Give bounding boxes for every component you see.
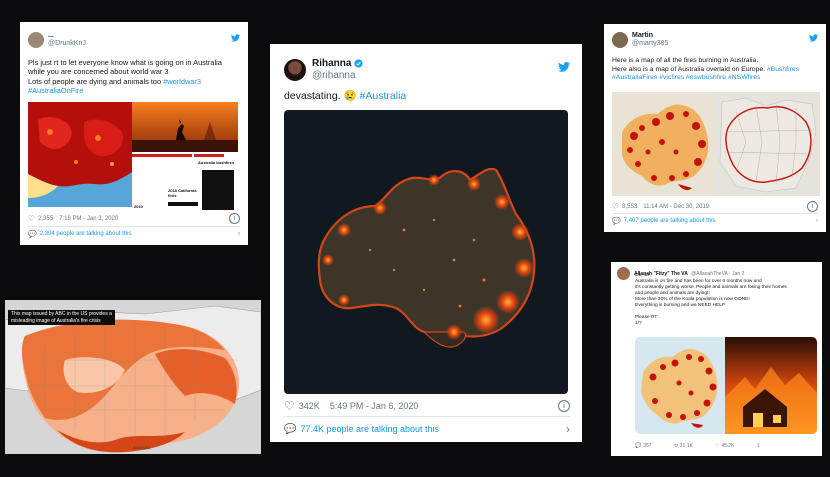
twitter-bird-icon[interactable]: [558, 62, 570, 72]
chevron-right-icon: ›: [238, 231, 240, 237]
timestamp[interactable]: 7:18 PM - Jan 3, 2020: [59, 216, 118, 222]
retweet-count: 31.1K: [679, 443, 693, 449]
avatar[interactable]: [612, 32, 628, 49]
divider: [28, 226, 240, 227]
australia-night-fire-image[interactable]: [284, 110, 568, 394]
avatar[interactable]: [28, 32, 44, 49]
info-icon[interactable]: i: [807, 201, 818, 212]
tweet-text: Here is a map of all the fires burning i…: [612, 57, 822, 83]
tweet-meta: ♡ 8,553 11:14 AM - Dec 30, 2019 i: [612, 201, 818, 212]
heart-icon[interactable]: ♡: [715, 443, 719, 449]
like-count: 8,553: [622, 203, 638, 210]
tweet-card-drunkknj[interactable]: ... @DrunkKnJ Pls just rt to let everyon…: [20, 22, 248, 245]
tweet-text-line: while you are concerned about world war …: [28, 67, 169, 77]
user-name[interactable]: Martin: [632, 32, 668, 40]
kangaroo-fire-photo: [132, 102, 238, 152]
twitter-bird-icon[interactable]: [809, 34, 818, 42]
australia-fire-map-image: [28, 102, 132, 207]
map-caption: This map issued by ABC in the US provide…: [8, 310, 115, 325]
tweet-text: Ok, so Australia is on fire and has been…: [635, 273, 819, 327]
like-count: 342K: [298, 401, 320, 411]
image-label: 2019: [134, 204, 143, 209]
verified-badge-icon: [354, 59, 364, 68]
tweet-text-line: Lots of people are dying and animals too: [28, 76, 162, 86]
tweet-card-fitzy[interactable]: Allanah "Fitzy" The VA @AllanahTheVA · J…: [611, 262, 822, 456]
comment-icon: 💬: [28, 231, 37, 238]
australia-fire-map-image: [635, 337, 725, 434]
divider: [612, 213, 818, 214]
tweet-text-line: Here is a map of all the fires burning i…: [612, 57, 759, 64]
user-handle[interactable]: @DrunkKnJ: [48, 40, 86, 48]
tweet-text: Pls just rt to let everyone know what is…: [28, 58, 242, 96]
heart-icon[interactable]: ♡: [612, 202, 619, 211]
reply-count: 357: [643, 443, 652, 449]
hashtag-link[interactable]: #worldwar3: [163, 77, 201, 86]
map-caption-line: This map issued by ABC in the US provide…: [11, 311, 112, 317]
chevron-right-icon: ›: [566, 422, 570, 436]
twitter-bird-icon[interactable]: [231, 34, 240, 42]
talking-link[interactable]: 💬 77.4K people are talking about this ›: [284, 422, 570, 436]
user-name[interactable]: ...: [48, 32, 86, 40]
like-count: 45.2K: [721, 443, 735, 449]
crying-emoji: 😢: [343, 90, 357, 102]
chevron-right-icon: ›: [816, 218, 818, 224]
user-handle[interactable]: @marty385: [632, 40, 668, 48]
hashtag-link[interactable]: #Bushfires: [767, 66, 799, 73]
timestamp[interactable]: 11:14 AM - Dec 30, 2019: [643, 204, 709, 210]
tweet-header: ... @DrunkKnJ: [28, 32, 240, 49]
tweet-header: Martin @marty385: [612, 32, 818, 49]
retweet-icon[interactable]: ⟲: [674, 443, 678, 449]
hashtag-link[interactable]: #Australia: [360, 90, 407, 102]
australia-fire-map-image[interactable]: [612, 92, 716, 196]
hashtag-link[interactable]: #AustraliaFires #vicfires #nswbushfire #…: [612, 74, 760, 81]
tweet-media[interactable]: [635, 337, 817, 434]
reply-icon[interactable]: 💬: [635, 443, 641, 449]
tweet-meta: ♡ 342K 5:49 PM - Jan 6, 2020 i: [284, 399, 570, 413]
australia-over-europe-map[interactable]: [716, 92, 820, 196]
map-credit: ASX/FLAG: [133, 446, 151, 450]
talking-count: 2,304 people are talking about this: [39, 231, 132, 237]
tweet-card-rihanna[interactable]: Rihanna @rihanna devastating. 😢 #Austral…: [270, 44, 582, 442]
tweet-text-line: Here also is a map of Australia overlaid…: [612, 65, 766, 73]
tweet-card-martin[interactable]: Martin @marty385 Here is a map of all th…: [604, 24, 826, 232]
tweet-media[interactable]: Australia bushfires 2018 California fire…: [28, 102, 238, 212]
avatar[interactable]: [617, 267, 630, 280]
image-label: 2018 California fires: [168, 188, 197, 198]
tweet-header: Rihanna @rihanna: [284, 58, 570, 81]
image-label: Australia bushfires: [198, 160, 235, 165]
timestamp[interactable]: 5:49 PM - Jan 6, 2020: [330, 401, 419, 411]
user-handle[interactable]: @rihanna: [312, 70, 363, 82]
avatar[interactable]: [284, 58, 306, 81]
comment-icon: 💬: [284, 423, 297, 435]
map-caption-line: misleading image of Australia's fire cri…: [11, 317, 101, 324]
heart-icon[interactable]: ♡: [284, 399, 295, 413]
info-icon[interactable]: i: [229, 213, 240, 224]
like-count: 2,355: [38, 215, 54, 222]
talking-count: 77.4K people are talking about this: [300, 424, 440, 434]
fire-size-comparison-image: Australia bushfires 2018 California fire…: [132, 152, 238, 212]
abc-misleading-map-image[interactable]: This map issued by ABC in the US provide…: [5, 300, 261, 454]
tweet-text-content: devastating.: [284, 90, 341, 102]
tweet-text: devastating. 😢 #Australia: [284, 90, 406, 103]
divider: [284, 416, 570, 417]
info-icon[interactable]: i: [558, 400, 570, 412]
user-name[interactable]: Rihanna: [312, 58, 351, 70]
tweet-actions: 💬 357 ⟲ 31.1K ♡ 45.2K ⇪: [635, 443, 815, 449]
tweet-text-line: 1/?: [635, 320, 642, 326]
talking-link[interactable]: 💬 7,407 people are talking about this ›: [612, 217, 818, 225]
comment-icon: 💬: [612, 218, 621, 225]
share-icon[interactable]: ⇪: [756, 443, 760, 449]
heart-icon[interactable]: ♡: [28, 214, 35, 223]
talking-link[interactable]: 💬 2,304 people are talking about this ›: [28, 230, 240, 238]
talking-count: 7,407 people are talking about this: [623, 218, 716, 224]
tweet-text-line: Pls just rt to let everyone know what is…: [28, 58, 222, 67]
tweet-meta: ♡ 2,355 7:18 PM - Jan 3, 2020 i: [28, 213, 240, 224]
hashtag-link[interactable]: #AustraliaOnFire: [28, 86, 83, 95]
house-fire-photo: [725, 337, 817, 434]
